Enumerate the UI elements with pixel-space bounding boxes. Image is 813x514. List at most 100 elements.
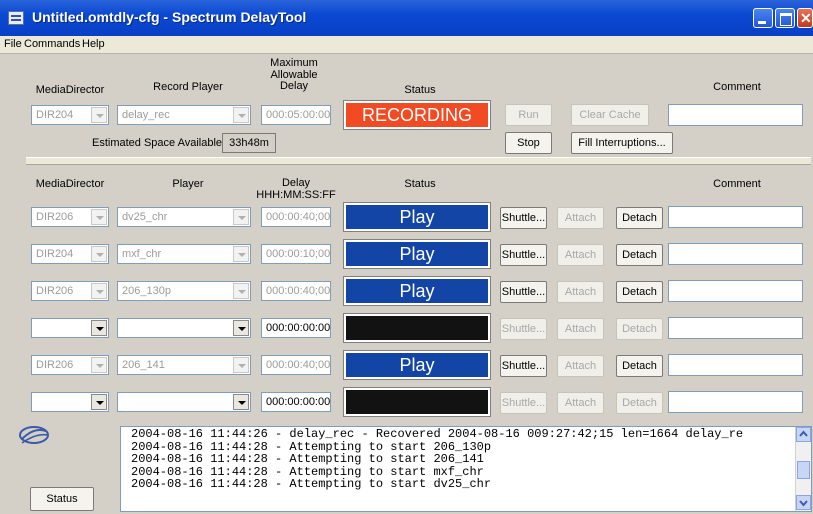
player-comment-field[interactable] — [668, 391, 803, 413]
chevron-down-icon — [233, 246, 249, 262]
player-delay-field[interactable]: 000:00:40;00 — [261, 355, 331, 375]
shuttle-button[interactable]: Shuttle... — [500, 281, 547, 303]
run-button[interactable]: Run — [505, 104, 552, 126]
chevron-down-icon — [91, 320, 107, 336]
app-icon — [8, 11, 24, 25]
chevron-down-icon — [233, 394, 249, 410]
player-select[interactable] — [117, 318, 251, 338]
header-comment: Comment — [713, 81, 761, 93]
chevron-down-icon — [91, 107, 107, 123]
chevron-down-icon — [233, 357, 249, 373]
shuttle-button[interactable]: Shuttle... — [500, 392, 547, 414]
shuttle-button[interactable]: Shuttle... — [500, 244, 547, 266]
detach-button[interactable]: Detach — [616, 244, 663, 266]
chevron-down-icon — [233, 209, 249, 225]
header-player-comment: Comment — [713, 178, 761, 190]
title-bar[interactable]: Untitled.omtdly-cfg - Spectrum DelayTool… — [0, 0, 813, 36]
scroll-down-icon[interactable] — [796, 495, 811, 510]
player-media-director-select[interactable] — [31, 318, 109, 338]
record-player-select[interactable]: delay_rec — [117, 105, 251, 125]
attach-button[interactable]: Attach — [557, 207, 604, 229]
log-output[interactable]: 2004-08-16 11:44:26 - delay_rec - Recove… — [120, 426, 812, 512]
close-button[interactable]: ✕ — [797, 8, 813, 28]
player-status-indicator — [343, 387, 491, 417]
header-max-delay: Maximum Allowable Delay — [270, 57, 318, 92]
menu-bar: File Commands Help — [0, 36, 813, 54]
player-select[interactable]: mxf_chr — [117, 244, 251, 264]
header-media-director: MediaDirector — [35, 84, 105, 96]
player-status-indicator: Play — [343, 239, 491, 269]
attach-button[interactable]: Attach — [557, 392, 604, 414]
menu-file[interactable]: File — [4, 38, 22, 50]
detach-button[interactable]: Detach — [616, 207, 663, 229]
scroll-up-icon[interactable] — [796, 427, 811, 442]
player-comment-field[interactable] — [668, 206, 803, 228]
player-delay-field[interactable]: 000:00:10;00 — [261, 244, 331, 264]
record-media-director-select[interactable]: DIR204 — [31, 105, 109, 125]
player-status-indicator: Play — [343, 276, 491, 306]
player-comment-field[interactable] — [668, 243, 803, 265]
attach-button[interactable]: Attach — [557, 281, 604, 303]
menu-commands[interactable]: Commands — [24, 38, 80, 50]
player-media-director-select[interactable]: DIR206 — [31, 355, 109, 375]
player-delay-field[interactable]: 000:00:00:00 — [261, 392, 331, 412]
record-comment-field[interactable] — [668, 104, 803, 126]
detach-button[interactable]: Detach — [616, 392, 663, 414]
shuttle-button[interactable]: Shuttle... — [500, 207, 547, 229]
player-delay-field[interactable]: 000:00:40;00 — [261, 207, 331, 227]
player-status-indicator: Play — [343, 202, 491, 232]
detach-button[interactable]: Detach — [616, 281, 663, 303]
chevron-down-icon — [91, 357, 107, 373]
player-delay-field[interactable]: 000:00:00:00 — [261, 318, 331, 338]
attach-button[interactable]: Attach — [557, 244, 604, 266]
space-available-value: 33h48m — [222, 133, 276, 153]
chevron-down-icon — [233, 283, 249, 299]
player-delay-field[interactable]: 000:00:40;00 — [261, 281, 331, 301]
detach-button[interactable]: Detach — [616, 355, 663, 377]
chevron-down-icon — [91, 283, 107, 299]
maximize-button[interactable] — [775, 8, 795, 28]
player-select[interactable] — [117, 392, 251, 412]
log-line: 2004-08-16 11:44:26 - delay_rec - Recove… — [131, 428, 744, 441]
player-select[interactable]: 206_130p — [117, 281, 251, 301]
shuttle-button[interactable]: Shuttle... — [500, 318, 547, 340]
status-button[interactable]: Status — [30, 487, 94, 511]
attach-button[interactable]: Attach — [557, 355, 604, 377]
header-player: Player — [172, 178, 204, 190]
player-media-director-select[interactable]: DIR206 — [31, 207, 109, 227]
header-delay: Delay HHH:MM:SS:FF — [256, 177, 336, 201]
log-text: 2004-08-16 11:44:26 - delay_rec - Recove… — [131, 428, 791, 491]
player-media-director-select[interactable]: DIR204 — [31, 244, 109, 264]
attach-button[interactable]: Attach — [557, 318, 604, 340]
header-status: Status — [404, 84, 436, 96]
menu-help[interactable]: Help — [82, 38, 105, 50]
detach-button[interactable]: Detach — [616, 318, 663, 340]
chevron-down-icon — [91, 246, 107, 262]
record-status-indicator: RECORDING — [343, 100, 491, 130]
player-select[interactable]: 206_141 — [117, 355, 251, 375]
shuttle-button[interactable]: Shuttle... — [500, 355, 547, 377]
minimize-button[interactable] — [753, 8, 773, 28]
header-player-status: Status — [404, 178, 436, 190]
close-icon: ✕ — [800, 10, 812, 26]
chevron-down-icon — [91, 394, 107, 410]
chevron-down-icon — [233, 107, 249, 123]
player-select[interactable]: dv25_chr — [117, 207, 251, 227]
player-comment-field[interactable] — [668, 354, 803, 376]
max-delay-field[interactable]: 000:05:00:00 — [261, 105, 331, 125]
log-line: 2004-08-16 11:44:28 - Attempting to star… — [131, 477, 492, 491]
log-line: 2004-08-16 11:44:28 - Attempting to star… — [131, 452, 484, 467]
stop-button[interactable]: Stop — [505, 132, 552, 154]
chevron-down-icon — [233, 320, 249, 336]
clear-cache-button[interactable]: Clear Cache — [571, 104, 649, 126]
window-title: Untitled.omtdly-cfg - Spectrum DelayTool — [32, 9, 307, 25]
player-media-director-select[interactable] — [31, 392, 109, 412]
space-available-label: Estimated Space Available: — [92, 137, 226, 149]
player-media-director-select[interactable]: DIR206 — [31, 281, 109, 301]
player-comment-field[interactable] — [668, 280, 803, 302]
log-scrollbar[interactable] — [795, 427, 811, 511]
fill-interruptions-button[interactable]: Fill Interruptions... — [571, 132, 673, 154]
scroll-thumb[interactable] — [797, 461, 810, 479]
section-divider — [26, 157, 811, 165]
player-comment-field[interactable] — [668, 317, 803, 339]
